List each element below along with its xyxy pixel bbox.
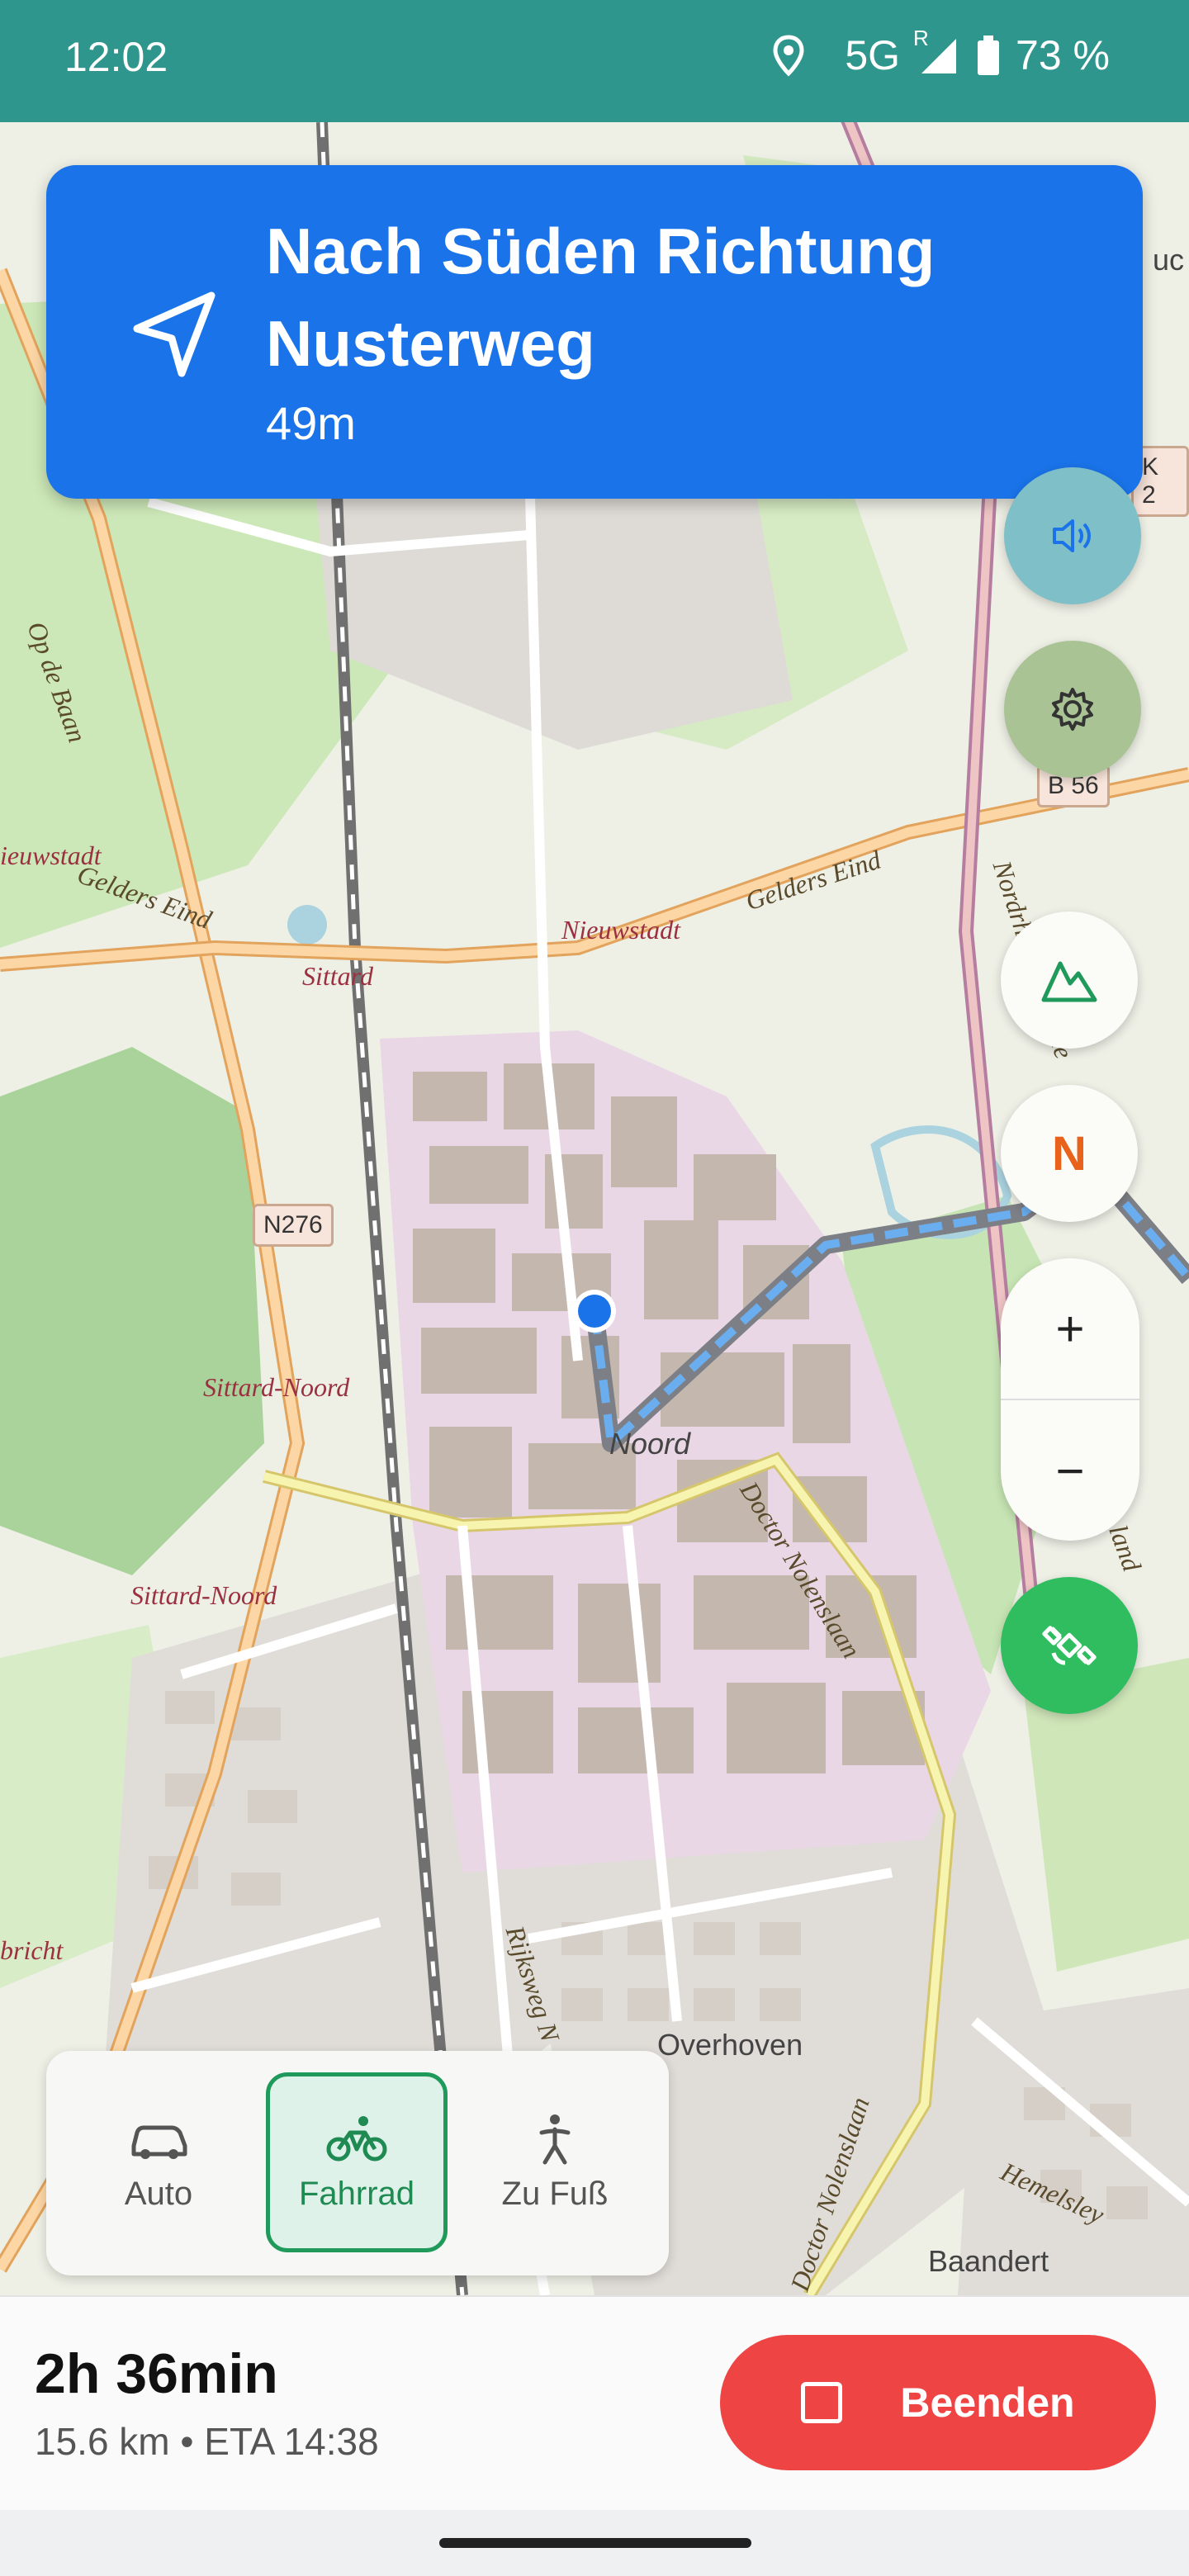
battery-icon bbox=[978, 36, 1000, 75]
walking-icon bbox=[539, 2114, 571, 2164]
transport-mode-selector: Auto Fahrrad Zu Fuß bbox=[46, 2051, 669, 2275]
end-navigation-button[interactable]: Beenden bbox=[720, 2335, 1156, 2470]
signal-icon: R bbox=[913, 26, 961, 77]
mountain-icon bbox=[1041, 961, 1097, 1002]
trip-duration: 2h 36min bbox=[35, 2342, 278, 2405]
zoom-out-button[interactable]: − bbox=[1001, 1400, 1139, 1541]
instruction-distance: 49m bbox=[266, 397, 356, 449]
mode-zu-fuss-label: Zu Fuß bbox=[501, 2175, 609, 2212]
end-navigation-label: Beenden bbox=[900, 2379, 1075, 2426]
status-icons: 5G R 73 % bbox=[772, 26, 1110, 79]
mode-fahrrad-label: Fahrrad bbox=[298, 2175, 415, 2212]
map-label-sittard-noord-2: Sittard-Noord bbox=[130, 1580, 277, 1610]
navigation-arrow-icon bbox=[133, 291, 216, 377]
car-icon bbox=[131, 2125, 187, 2159]
map-label-sittard-top: Sittard bbox=[302, 961, 373, 991]
road-badge-n276: N276 bbox=[253, 1204, 334, 1247]
network-type: 5G bbox=[845, 32, 901, 78]
bicycle-icon bbox=[326, 2115, 387, 2161]
zoom-in-button[interactable]: + bbox=[1001, 1258, 1139, 1399]
map-label-bricht: bricht bbox=[0, 1935, 64, 1965]
battery-level: 73 % bbox=[1016, 32, 1110, 78]
navigation-instruction-card[interactable]: Nach Süden Richtung Nusterweg 49m bbox=[46, 165, 1143, 499]
satellite-icon bbox=[1042, 1626, 1097, 1665]
instruction-title: Nach Süden Richtung Nusterweg bbox=[266, 215, 936, 380]
system-navigation-bar bbox=[0, 2510, 1189, 2576]
map-label-overhoven: Overhoven bbox=[657, 2028, 803, 2062]
compass-button[interactable]: N bbox=[1001, 1085, 1138, 1222]
status-bar: 12:02 5G R 73 % bbox=[0, 0, 1189, 122]
home-gesture-handle[interactable] bbox=[439, 2538, 751, 2548]
gear-icon bbox=[1052, 688, 1093, 731]
location-icon bbox=[773, 35, 804, 77]
clock: 12:02 bbox=[64, 34, 168, 80]
volume-icon bbox=[1053, 519, 1091, 552]
mode-auto-label: Auto bbox=[124, 2175, 193, 2212]
mode-auto[interactable]: Auto bbox=[68, 2072, 249, 2252]
map-label-uc: uc bbox=[1153, 243, 1185, 277]
trip-distance-eta: 15.6 km • ETA 14:38 bbox=[35, 2420, 379, 2463]
map-label-sittard-noord-1: Sittard-Noord bbox=[203, 1372, 350, 1402]
settings-button[interactable] bbox=[1004, 641, 1141, 778]
trip-summary-panel: 2h 36min 15.6 km • ETA 14:38 Beenden bbox=[0, 2295, 1189, 2512]
stop-icon bbox=[801, 2382, 843, 2423]
terrain-button[interactable] bbox=[1001, 912, 1138, 1049]
map-label-noord: Noord bbox=[609, 1427, 691, 1461]
map-label-nieuwstadt: Nieuwstadt bbox=[561, 915, 681, 945]
compass-north-label: N bbox=[1052, 1126, 1087, 1181]
mode-zu-fuss[interactable]: Zu Fuß bbox=[464, 2072, 646, 2252]
map-label-baandert: Baandert bbox=[928, 2244, 1049, 2278]
zoom-controls: + − bbox=[1001, 1258, 1139, 1541]
sound-button[interactable] bbox=[1004, 467, 1141, 604]
roaming-indicator: R bbox=[913, 26, 929, 50]
mode-fahrrad[interactable]: Fahrrad bbox=[266, 2072, 448, 2252]
recenter-button[interactable] bbox=[1001, 1577, 1138, 1714]
